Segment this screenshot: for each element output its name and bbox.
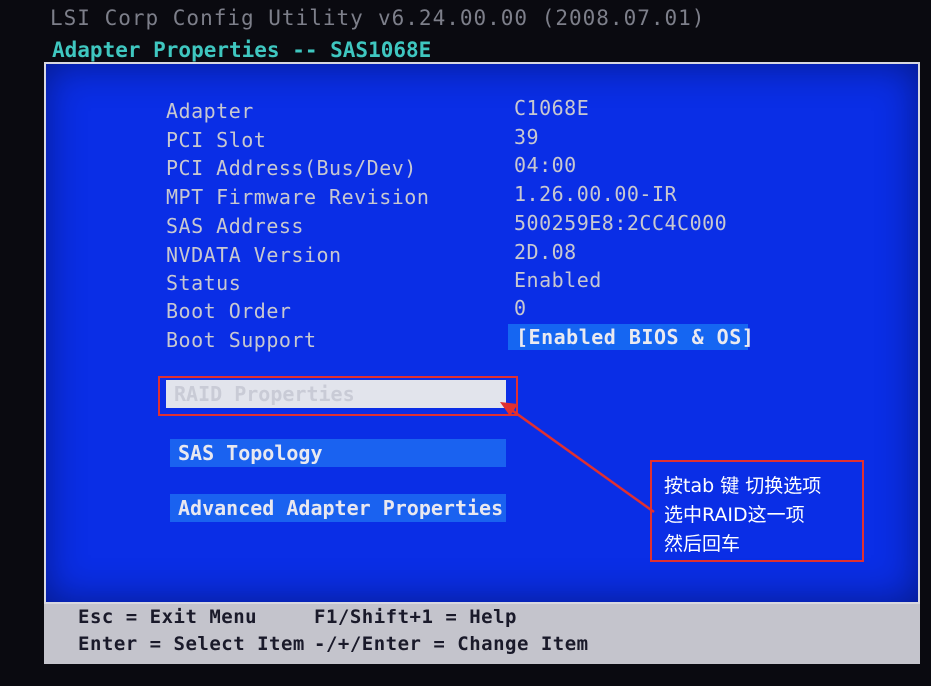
- annotation-line-2: 选中RAID这一项: [664, 504, 805, 526]
- prop-label-firmware: MPT Firmware Revision: [166, 185, 430, 209]
- prop-value-pci-slot: 39: [514, 125, 540, 149]
- annotation-line-1: 按tab 键 切换选项: [664, 475, 822, 497]
- prop-value-pci-address: 04:00: [514, 153, 577, 177]
- utility-title: LSI Corp Config Utility: [50, 6, 364, 30]
- utility-version: v6.24.00.00 (2008.07.01): [378, 6, 706, 30]
- prop-label-adapter: Adapter: [166, 99, 254, 123]
- annotation-highlight-box: [158, 376, 518, 416]
- footer-esc-hint: Esc = Exit Menu: [78, 606, 258, 628]
- annotation-line-3: 然后回车: [664, 533, 741, 555]
- footer-bar: Esc = Exit Menu F1/Shift+1 = Help Enter …: [44, 604, 920, 664]
- prop-label-boot-order: Boot Order: [166, 299, 292, 323]
- menu-item-sas-topology[interactable]: SAS Topology: [170, 439, 506, 467]
- panel-border-top: [44, 62, 920, 64]
- page-title: Adapter Properties -- SAS1068E: [52, 38, 432, 62]
- prop-value-adapter: C1068E: [514, 96, 590, 120]
- boot-support-field[interactable]: [Enabled BIOS & OS]: [508, 324, 754, 350]
- prop-value-boot-order: 0: [514, 296, 527, 320]
- prop-label-nvdata: NVDATA Version: [166, 243, 342, 267]
- prop-label-sas-address: SAS Address: [166, 214, 304, 238]
- footer-help-hint: F1/Shift+1 = Help: [314, 606, 517, 628]
- prop-label-status: Status: [166, 271, 242, 295]
- prop-value-sas-address: 500259E8:2CC4C000: [514, 211, 728, 235]
- prop-label-boot-support: Boot Support: [166, 328, 317, 352]
- menu-item-advanced-properties[interactable]: Advanced Adapter Properties: [170, 494, 506, 522]
- prop-label-pci-address: PCI Address(Bus/Dev): [166, 156, 417, 180]
- panel-border-left: [44, 62, 46, 604]
- prop-label-pci-slot: PCI Slot: [166, 128, 267, 152]
- panel-border-right: [918, 62, 920, 604]
- prop-value-nvdata: 2D.08: [514, 240, 577, 264]
- annotation-callout: 按tab 键 切换选项 选中RAID这一项 然后回车: [650, 460, 864, 562]
- prop-value-firmware: 1.26.00.00-IR: [514, 182, 678, 206]
- prop-value-status: Enabled: [514, 268, 602, 292]
- footer-change-hint: -/+/Enter = Change Item: [314, 633, 589, 655]
- footer-enter-hint: Enter = Select Item: [78, 633, 305, 655]
